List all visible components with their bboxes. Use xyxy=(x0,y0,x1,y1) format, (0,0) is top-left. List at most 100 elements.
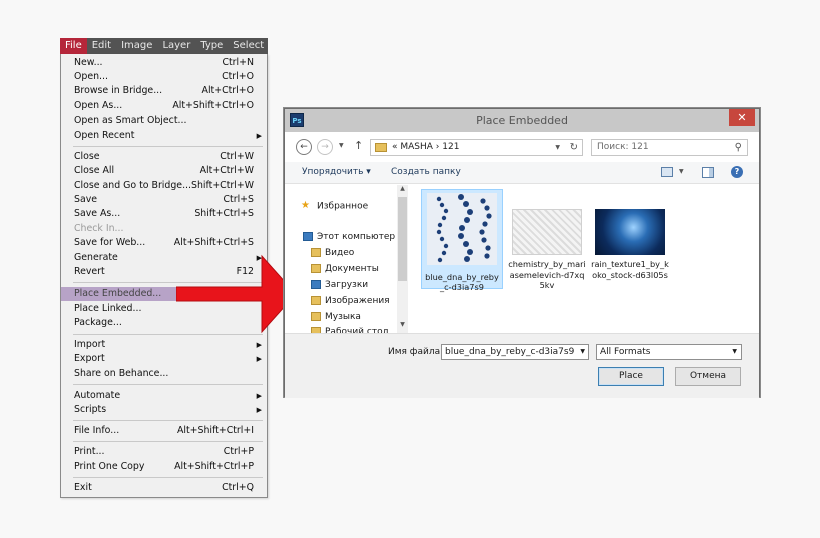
nav-item-video[interactable]: Видео xyxy=(311,246,354,260)
chemistry-thumbnail xyxy=(512,209,582,255)
menu-layer[interactable]: Layer xyxy=(157,38,195,54)
back-arrow-icon[interactable]: ← xyxy=(296,139,312,155)
view-icon[interactable] xyxy=(661,167,673,177)
view-dropdown-icon[interactable]: ▼ xyxy=(679,168,684,175)
menu-item-label: Exit xyxy=(74,482,92,493)
menu-item-label: Place Embedded... xyxy=(74,288,162,299)
help-icon[interactable]: ? xyxy=(731,166,743,178)
menu-item-export[interactable]: Export ▶ xyxy=(61,352,267,366)
file-item-chemistry[interactable]: chemistry_by_mariasemelevich-d7xq5kv xyxy=(506,189,588,290)
dna-thumbnail xyxy=(427,193,497,265)
nav-item-music[interactable]: Музыка xyxy=(311,310,361,324)
nav-item-this-pc[interactable]: Этот компьютер xyxy=(303,230,395,244)
close-button[interactable]: ✕ xyxy=(729,109,755,126)
file-name: rain_texture1_by_koko_stock-d63l05s xyxy=(591,259,669,280)
forward-arrow-icon[interactable]: → xyxy=(317,139,333,155)
organize-button[interactable]: Упорядочить ▾ xyxy=(302,167,371,177)
file-item-blue-dna[interactable]: blue_dna_by_reby_c-d3ia7s9 xyxy=(421,189,503,292)
scroll-down-icon[interactable]: ▼ xyxy=(397,321,408,328)
preview-pane-icon[interactable] xyxy=(702,167,714,178)
menu-item-open-recent[interactable]: Open Recent ▶ xyxy=(61,129,267,143)
filename-dropdown-icon[interactable]: ▼ xyxy=(580,345,585,359)
folder-icon xyxy=(311,312,321,321)
menu-item-label: Open... xyxy=(74,71,108,82)
menu-item-shortcut: Ctrl+P xyxy=(223,446,254,457)
menu-item-automate[interactable]: Automate ▶ xyxy=(61,389,267,403)
dialog-titlebar[interactable]: Ps Place Embedded ✕ xyxy=(285,109,759,132)
menu-item-exit[interactable]: Exit Ctrl+Q xyxy=(61,481,267,495)
file-type-select[interactable]: All Formats ▼ xyxy=(596,344,742,360)
refresh-icon[interactable]: ↻ xyxy=(570,140,578,155)
menu-image[interactable]: Image xyxy=(116,38,157,54)
menu-item-label: Open As... xyxy=(74,100,123,111)
scroll-up-icon[interactable]: ▲ xyxy=(397,185,408,192)
path-dropdown-icon[interactable]: ▼ xyxy=(555,140,560,155)
filename-label: Имя файла: xyxy=(388,347,444,357)
menu-item-save-for-web[interactable]: Save for Web... Alt+Shift+Ctrl+S xyxy=(61,236,267,250)
star-icon: ★ xyxy=(301,200,310,211)
menu-item-close-go-bridge[interactable]: Close and Go to Bridge... Shift+Ctrl+W xyxy=(61,179,267,193)
menu-item-print[interactable]: Print... Ctrl+P xyxy=(61,445,267,459)
red-arrow-icon xyxy=(176,254,296,334)
search-icon[interactable]: ⚲ xyxy=(735,140,742,155)
menu-item-shortcut: Shift+Ctrl+S xyxy=(194,208,254,219)
submenu-arrow-icon: ▶ xyxy=(256,341,262,349)
place-embedded-dialog: Ps Place Embedded ✕ ← → ▼ ↑ « MASHA › 12… xyxy=(284,108,760,398)
menu-separator xyxy=(73,146,263,147)
nav-item-pictures[interactable]: Изображения xyxy=(311,294,390,308)
nav-item-desktop[interactable]: Рабочий стол xyxy=(311,325,388,337)
filename-value: blue_dna_by_reby_c-d3ia7s9 xyxy=(445,347,575,357)
menubar: File Edit Image Layer Type Select xyxy=(60,38,268,54)
menu-item-open-smart-object[interactable]: Open as Smart Object... xyxy=(61,114,267,128)
menu-item-print-one-copy[interactable]: Print One Copy Alt+Shift+Ctrl+P xyxy=(61,460,267,474)
file-type-dropdown-icon[interactable]: ▼ xyxy=(732,345,737,359)
menu-type[interactable]: Type xyxy=(195,38,228,54)
place-button[interactable]: Place xyxy=(598,367,664,386)
menu-item-save[interactable]: Save Ctrl+S xyxy=(61,193,267,207)
menu-edit[interactable]: Edit xyxy=(87,38,116,54)
recent-locations-dropdown-icon[interactable]: ▼ xyxy=(339,142,344,149)
menu-item-open[interactable]: Open... Ctrl+O xyxy=(61,70,267,84)
nav-item-downloads[interactable]: Загрузки xyxy=(311,278,368,292)
cancel-button[interactable]: Отмена xyxy=(675,367,741,386)
menu-item-shortcut: Ctrl+Q xyxy=(222,482,254,493)
nav-item-label: Этот компьютер xyxy=(317,232,396,242)
nav-item-documents[interactable]: Документы xyxy=(311,262,379,276)
menu-item-close[interactable]: Close Ctrl+W xyxy=(61,150,267,164)
new-folder-button[interactable]: Создать папку xyxy=(391,167,461,177)
menu-separator xyxy=(73,441,263,442)
filename-input[interactable]: blue_dna_by_reby_c-d3ia7s9 ▼ xyxy=(441,344,589,360)
dialog-toolbar: Упорядочить ▾ Создать папку ▼ ? xyxy=(285,162,759,184)
menu-item-share-behance[interactable]: Share on Behance... xyxy=(61,367,267,381)
nav-item-label: Загрузки xyxy=(325,280,369,290)
menu-item-open-as[interactable]: Open As... Alt+Shift+Ctrl+O xyxy=(61,99,267,113)
menu-item-close-all[interactable]: Close All Alt+Ctrl+W xyxy=(61,164,267,178)
download-icon xyxy=(311,280,321,289)
nav-scrollbar-thumb[interactable] xyxy=(398,197,407,281)
menu-item-new[interactable]: New... Ctrl+N xyxy=(61,56,267,70)
path-breadcrumb[interactable]: « MASHA › 121 ▼ ↻ xyxy=(370,139,583,156)
nav-item-label: Музыка xyxy=(325,312,361,322)
navigation-pane: ★ Избранное Этот компьютер Видео Документ… xyxy=(285,185,409,337)
menu-item-label: Export xyxy=(74,353,105,364)
menu-select[interactable]: Select xyxy=(228,38,268,54)
menu-item-save-as[interactable]: Save As... Shift+Ctrl+S xyxy=(61,207,267,221)
menu-item-file-info[interactable]: File Info... Alt+Shift+Ctrl+I xyxy=(61,424,267,438)
menu-item-label: Scripts xyxy=(74,404,107,415)
menu-item-browse-in-bridge[interactable]: Browse in Bridge... Alt+Ctrl+O xyxy=(61,84,267,98)
menu-item-import[interactable]: Import ▶ xyxy=(61,338,267,352)
menu-item-label: Close All xyxy=(74,165,115,176)
address-bar: ← → ▼ ↑ « MASHA › 121 ▼ ↻ Поиск: 121 ⚲ xyxy=(285,132,759,162)
menu-file[interactable]: File xyxy=(60,38,87,54)
menu-item-label: Browse in Bridge... xyxy=(74,85,163,96)
file-name: blue_dna_by_reby_c-d3ia7s9 xyxy=(425,271,499,293)
menu-item-scripts[interactable]: Scripts ▶ xyxy=(61,403,267,417)
file-type-value: All Formats xyxy=(600,347,651,357)
menu-item-label: Revert xyxy=(74,266,105,277)
menu-item-label: Close and Go to Bridge... xyxy=(74,180,192,191)
up-arrow-icon[interactable]: ↑ xyxy=(354,139,363,152)
nav-item-favorites[interactable]: ★ Избранное xyxy=(301,199,368,213)
menu-item-label: Place Linked... xyxy=(74,303,142,314)
search-input[interactable]: Поиск: 121 ⚲ xyxy=(591,139,748,156)
file-item-rain-texture[interactable]: rain_texture1_by_koko_stock-d63l05s xyxy=(589,189,671,289)
